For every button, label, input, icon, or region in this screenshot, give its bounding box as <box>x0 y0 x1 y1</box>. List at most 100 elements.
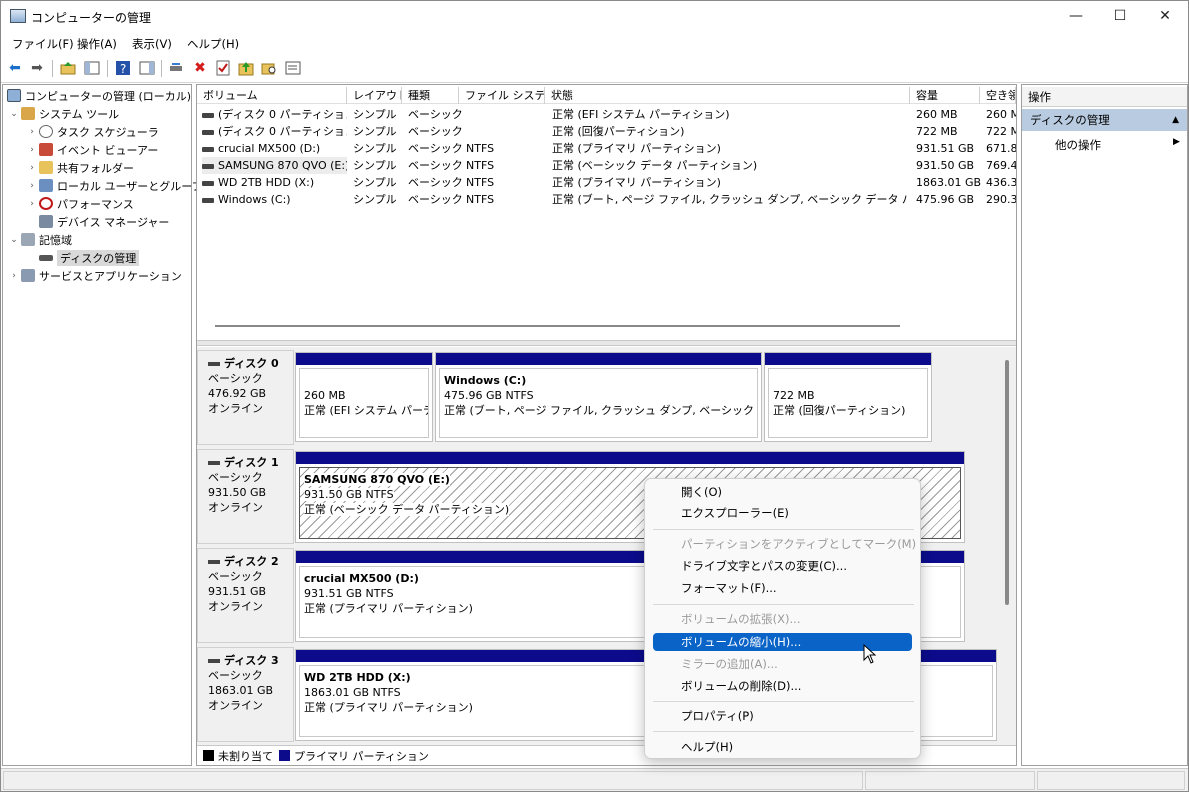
menu-item-delete-volume[interactable]: ボリュームの削除(D)... <box>653 677 912 695</box>
volume-row[interactable]: Windows (C:) シンプル ベーシック NTFS 正常 (ブート, ペー… <box>197 191 1016 208</box>
tree-item-services-apps[interactable]: › サービスとアプリケーション <box>7 267 182 284</box>
computer-management-window: コンピューターの管理 — ☐ ✕ ファイル(F) 操作(A) 表示(V) ヘルプ… <box>0 0 1189 792</box>
tree-item-performance[interactable]: › パフォーマンス <box>25 195 134 212</box>
tree-item-task-scheduler[interactable]: › タスク スケジューラ <box>25 123 159 140</box>
back-icon[interactable]: ⬅ <box>6 59 24 77</box>
search-folder-icon[interactable] <box>260 59 278 77</box>
menu-item-help[interactable]: ヘルプ(H) <box>653 738 912 756</box>
chevron-down-icon[interactable]: ⌄ <box>7 109 21 119</box>
menu-item-explorer[interactable]: エクスプローラー(E) <box>653 504 912 522</box>
chevron-right-icon[interactable]: › <box>25 145 39 155</box>
tools-icon <box>21 107 35 120</box>
unallocated-swatch <box>203 750 214 761</box>
tree-item-device-manager[interactable]: デバイス マネージャー <box>25 213 169 230</box>
menu-action[interactable]: 操作(A) <box>77 36 117 52</box>
chevron-right-icon[interactable]: › <box>7 271 21 281</box>
menu-item-mark-active[interactable]: パーティションをアクティブとしてマーク(M) <box>653 535 916 553</box>
tree-item-computer-management[interactable]: コンピューターの管理 (ローカル) <box>7 87 191 104</box>
device-manager-icon <box>39 215 53 228</box>
volume-row[interactable]: SAMSUNG 870 QVO (E:) シンプル ベーシック NTFS 正常 … <box>197 157 1016 174</box>
volume-row[interactable]: (ディスク 0 パーティション 1) シンプル ベーシック 正常 (EFI シス… <box>197 106 1016 123</box>
drive-icon <box>202 129 214 135</box>
col-capacity[interactable]: 容量 <box>910 87 980 104</box>
col-free[interactable]: 空き領 <box>980 87 1016 104</box>
forward-icon[interactable]: ➡ <box>28 59 46 77</box>
disk-icon <box>208 361 220 366</box>
menu-file[interactable]: ファイル(F) <box>12 36 74 52</box>
actions-more[interactable]: 他の操作 ▶ <box>1055 137 1180 153</box>
col-type[interactable]: 種類 <box>402 87 459 104</box>
drive-icon <box>202 146 214 152</box>
disk-0-label[interactable]: ディスク 0 ベーシック 476.92 GB オンライン <box>197 350 294 445</box>
tree-item-system-tools[interactable]: ⌄ システム ツール <box>7 105 119 122</box>
show-hide-tree-icon[interactable] <box>83 59 101 77</box>
performance-icon <box>39 197 53 210</box>
menu-item-properties[interactable]: プロパティ(P) <box>653 707 912 725</box>
disk-icon <box>208 460 220 465</box>
menu-help[interactable]: ヘルプ(H) <box>187 36 239 52</box>
connect-drive-icon[interactable] <box>167 59 185 77</box>
tree-item-event-viewer[interactable]: › イベント ビューアー <box>25 141 158 158</box>
context-menu: 開く(O) エクスプローラー(E) パーティションをアクティブとしてマーク(M)… <box>644 478 921 759</box>
tree-item-shared-folders[interactable]: › 共有フォルダー <box>25 159 134 176</box>
maximize-button[interactable]: ☐ <box>1097 1 1143 33</box>
disk-icon <box>208 559 220 564</box>
menu-item-extend-volume[interactable]: ボリュームの拡張(X)... <box>653 610 912 628</box>
volume-row[interactable]: crucial MX500 (D:) シンプル ベーシック NTFS 正常 (プ… <box>197 140 1016 157</box>
partition-efi[interactable]: 260 MB正常 (EFI システム パーティ <box>295 352 433 442</box>
submenu-arrow-icon: ▶ <box>1173 137 1180 147</box>
actions-disk-management[interactable]: ディスクの管理 ▲ <box>1022 109 1187 131</box>
shared-folder-icon <box>39 161 53 174</box>
clock-icon <box>39 125 53 138</box>
partition-recovery[interactable]: 722 MB 正常 (回復パーティション) <box>764 352 932 442</box>
chevron-right-icon[interactable]: › <box>25 199 39 209</box>
properties-icon[interactable] <box>214 59 232 77</box>
users-icon <box>39 179 53 192</box>
svg-text:?: ? <box>120 62 126 76</box>
menu-item-format[interactable]: フォーマット(F)... <box>653 579 912 597</box>
chevron-right-icon[interactable]: › <box>25 127 39 137</box>
disk-1-label[interactable]: ディスク 1 ベーシック 931.50 GB オンライン <box>197 449 294 544</box>
disk-2-label[interactable]: ディスク 2 ベーシック 931.51 GB オンライン <box>197 548 294 643</box>
chevron-right-icon[interactable]: › <box>25 181 39 191</box>
col-status[interactable]: 状態 <box>545 87 910 104</box>
menu-view[interactable]: 表示(V) <box>132 36 172 52</box>
event-viewer-icon <box>39 143 53 156</box>
show-hide-action-pane-icon[interactable] <box>138 59 156 77</box>
help-icon[interactable]: ? <box>114 59 132 77</box>
col-filesystem[interactable]: ファイル システム <box>459 87 545 104</box>
pane-splitter[interactable] <box>197 340 1016 346</box>
disk-icon <box>208 658 220 663</box>
partition-windows-c[interactable]: Windows (C:) 475.96 GB NTFS 正常 (ブート, ページ フ… <box>435 352 762 442</box>
mouse-cursor-icon <box>863 644 877 664</box>
tree-item-disk-management[interactable]: ディスクの管理 <box>25 249 140 266</box>
storage-icon <box>21 233 35 246</box>
collapse-up-icon[interactable]: ▲ <box>1172 109 1179 131</box>
chevron-right-icon[interactable]: › <box>25 163 39 173</box>
status-cell <box>1037 771 1185 790</box>
disk-3-label[interactable]: ディスク 3 ベーシック 1863.01 GB オンライン <box>197 647 294 742</box>
menu-item-change-drive-letter[interactable]: ドライブ文字とパスの変更(C)... <box>653 557 912 575</box>
chevron-down-icon[interactable]: ⌄ <box>7 235 21 245</box>
drive-icon <box>202 112 214 118</box>
delete-icon[interactable]: ✖ <box>191 59 209 77</box>
close-button[interactable]: ✕ <box>1142 1 1188 33</box>
col-layout[interactable]: レイアウト <box>347 87 402 104</box>
drive-icon <box>202 180 214 186</box>
minimize-button[interactable]: — <box>1053 1 1099 33</box>
status-cell <box>865 771 1035 790</box>
vertical-scrollbar[interactable] <box>1005 360 1009 605</box>
volume-row[interactable]: (ディスク 0 パーティション 4) シンプル ベーシック 正常 (回復パーティ… <box>197 123 1016 140</box>
up-folder-icon[interactable] <box>59 59 77 77</box>
drive-icon <box>202 163 214 169</box>
computer-icon <box>7 89 21 102</box>
horizontal-scrollbar[interactable] <box>215 325 900 327</box>
menu-item-open[interactable]: 開く(O) <box>653 483 912 501</box>
upload-icon[interactable] <box>237 59 255 77</box>
tree-item-storage[interactable]: ⌄ 記憶域 <box>7 231 72 248</box>
col-volume[interactable]: ボリューム <box>197 87 347 104</box>
console-icon[interactable] <box>284 59 302 77</box>
volume-row[interactable]: WD 2TB HDD (X:) シンプル ベーシック NTFS 正常 (プライマ… <box>197 174 1016 191</box>
tree-item-local-users[interactable]: › ローカル ユーザーとグループ <box>25 177 203 194</box>
actions-header: 操作 <box>1022 87 1187 107</box>
